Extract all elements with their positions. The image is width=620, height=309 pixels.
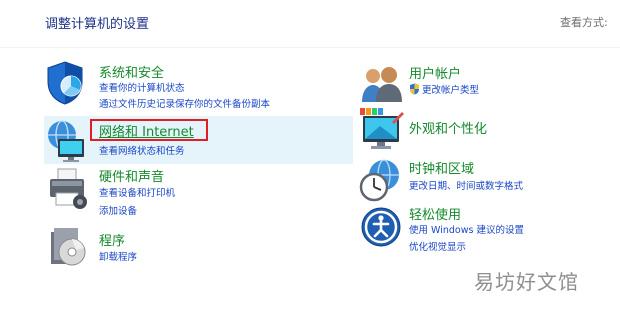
network-internet-title[interactable]: 网络和 Internet [99, 121, 194, 140]
view-computer-status-link[interactable]: 查看你的计算机状态 [99, 80, 185, 94]
appearance-monitor-icon[interactable] [358, 106, 404, 152]
change-account-type-label: 更改帐户类型 [422, 85, 480, 96]
uninstall-program-link[interactable]: 卸载程序 [99, 249, 137, 263]
header-divider [0, 47, 620, 48]
view-devices-printers-link[interactable]: 查看设备和打印机 [99, 185, 175, 199]
ease-of-access-icon[interactable] [360, 206, 402, 248]
programs-title[interactable]: 程序 [99, 230, 125, 249]
change-account-type-link[interactable]: 更改帐户类型 [409, 82, 479, 96]
change-date-time-format-link[interactable]: 更改日期、时间或数字格式 [409, 178, 523, 192]
appearance-personalization-title[interactable]: 外观和个性化 [409, 118, 487, 137]
user-accounts-title[interactable]: 用户帐户 [409, 63, 461, 82]
page-title: 调整计算机的设置 [45, 17, 150, 32]
optimize-visual-display-link[interactable]: 优化视觉显示 [409, 239, 466, 253]
clock-region-title[interactable]: 时钟和区域 [409, 158, 474, 177]
printer-icon[interactable] [44, 166, 90, 212]
watermark-text: 易坊好文馆 [474, 270, 579, 294]
file-history-backup-link[interactable]: 通过文件历史记录保存你的文件备份副本 [99, 96, 270, 110]
programs-disc-icon[interactable] [46, 224, 88, 268]
use-windows-recommended-settings-link[interactable]: 使用 Windows 建议的设置 [409, 222, 524, 236]
add-device-link[interactable]: 添加设备 [99, 203, 137, 217]
ease-of-access-title[interactable]: 轻松使用 [409, 204, 461, 223]
uac-shield-icon [410, 83, 419, 95]
shield-chart-icon[interactable] [44, 60, 86, 106]
view-by-label: 查看方式: [560, 16, 608, 29]
system-security-title[interactable]: 系统和安全 [99, 62, 164, 81]
network-globe-icon[interactable] [44, 117, 88, 163]
clock-globe-icon[interactable] [358, 157, 404, 203]
users-icon[interactable] [360, 64, 404, 104]
view-network-status-link[interactable]: 查看网络状态和任务 [99, 143, 185, 157]
hardware-sound-title[interactable]: 硬件和声音 [99, 166, 164, 185]
